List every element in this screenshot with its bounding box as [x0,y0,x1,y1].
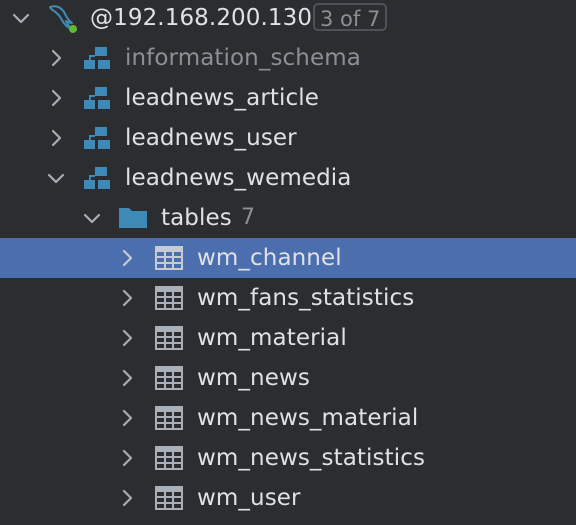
table-node-wm-channel[interactable]: wm_channel [0,238,576,278]
schema-label: leadnews_user [125,125,297,151]
chevron-right-icon[interactable] [45,127,67,149]
table-node-wm-news-material[interactable]: wm_news_material [0,398,576,438]
table-label: wm_user [197,485,301,511]
table-node-wm-news[interactable]: wm_news [0,358,576,398]
table-node-wm-user[interactable]: wm_user [0,478,576,518]
schema-icon [83,86,111,110]
schema-icon [83,46,111,70]
schema-icon-partial [86,519,114,525]
chevron-down-icon[interactable] [45,167,67,189]
table-label: wm_news [197,365,310,391]
connection-node[interactable]: @192.168.200.130 3 of 7 [0,0,576,38]
table-icon [155,246,183,270]
table-icon [155,486,183,510]
chevron-down-icon[interactable] [10,7,32,29]
table-node-wm-material[interactable]: wm_material [0,318,576,358]
table-icon [155,366,183,390]
chevron-right-icon[interactable] [116,487,138,509]
chevron-right-icon[interactable] [116,447,138,469]
chevron-right-icon[interactable] [116,327,138,349]
mysql-dolphin-icon [46,2,80,34]
chevron-right-icon[interactable] [116,287,138,309]
chevron-right-icon[interactable] [45,47,67,69]
tables-folder-node[interactable]: tables 7 [0,198,576,238]
folder-icon [119,206,147,230]
schema-label: leadnews_wemedia [125,165,352,191]
schema-label: leadnews_article [125,85,320,111]
chevron-right-icon[interactable] [116,407,138,429]
table-icon [155,446,183,470]
table-node-wm-fans-statistics[interactable]: wm_fans_statistics [0,278,576,318]
schema-node-leadnews-wemedia[interactable]: leadnews_wemedia [0,158,576,198]
tables-count: 7 [241,205,255,230]
table-icon [155,326,183,350]
schema-label: information_schema [125,45,361,71]
chevron-right-icon[interactable] [116,367,138,389]
table-icon [155,286,183,310]
database-explorer-tree: @192.168.200.130 3 of 7 information_sche… [0,0,576,525]
table-label: wm_channel [197,245,342,271]
schema-node-information-schema[interactable]: information_schema [0,38,576,78]
schema-count-badge: 3 of 7 [313,3,388,31]
chevron-right-icon[interactable] [45,87,67,109]
schema-icon [83,126,111,150]
schema-node-leadnews-user[interactable]: leadnews_user [0,118,576,158]
chevron-down-icon[interactable] [81,207,103,229]
table-label: wm_news_statistics [197,445,426,471]
schema-icon [83,166,111,190]
tables-folder-label: tables [161,205,232,231]
chevron-right-icon[interactable] [116,247,138,269]
connection-label: @192.168.200.130 [90,5,313,31]
table-label: wm_news_material [197,405,419,431]
table-label: wm_fans_statistics [197,285,415,311]
table-label: wm_material [197,325,347,351]
schema-node-leadnews-article[interactable]: leadnews_article [0,78,576,118]
table-node-wm-news-statistics[interactable]: wm_news_statistics [0,438,576,478]
table-icon [155,406,183,430]
